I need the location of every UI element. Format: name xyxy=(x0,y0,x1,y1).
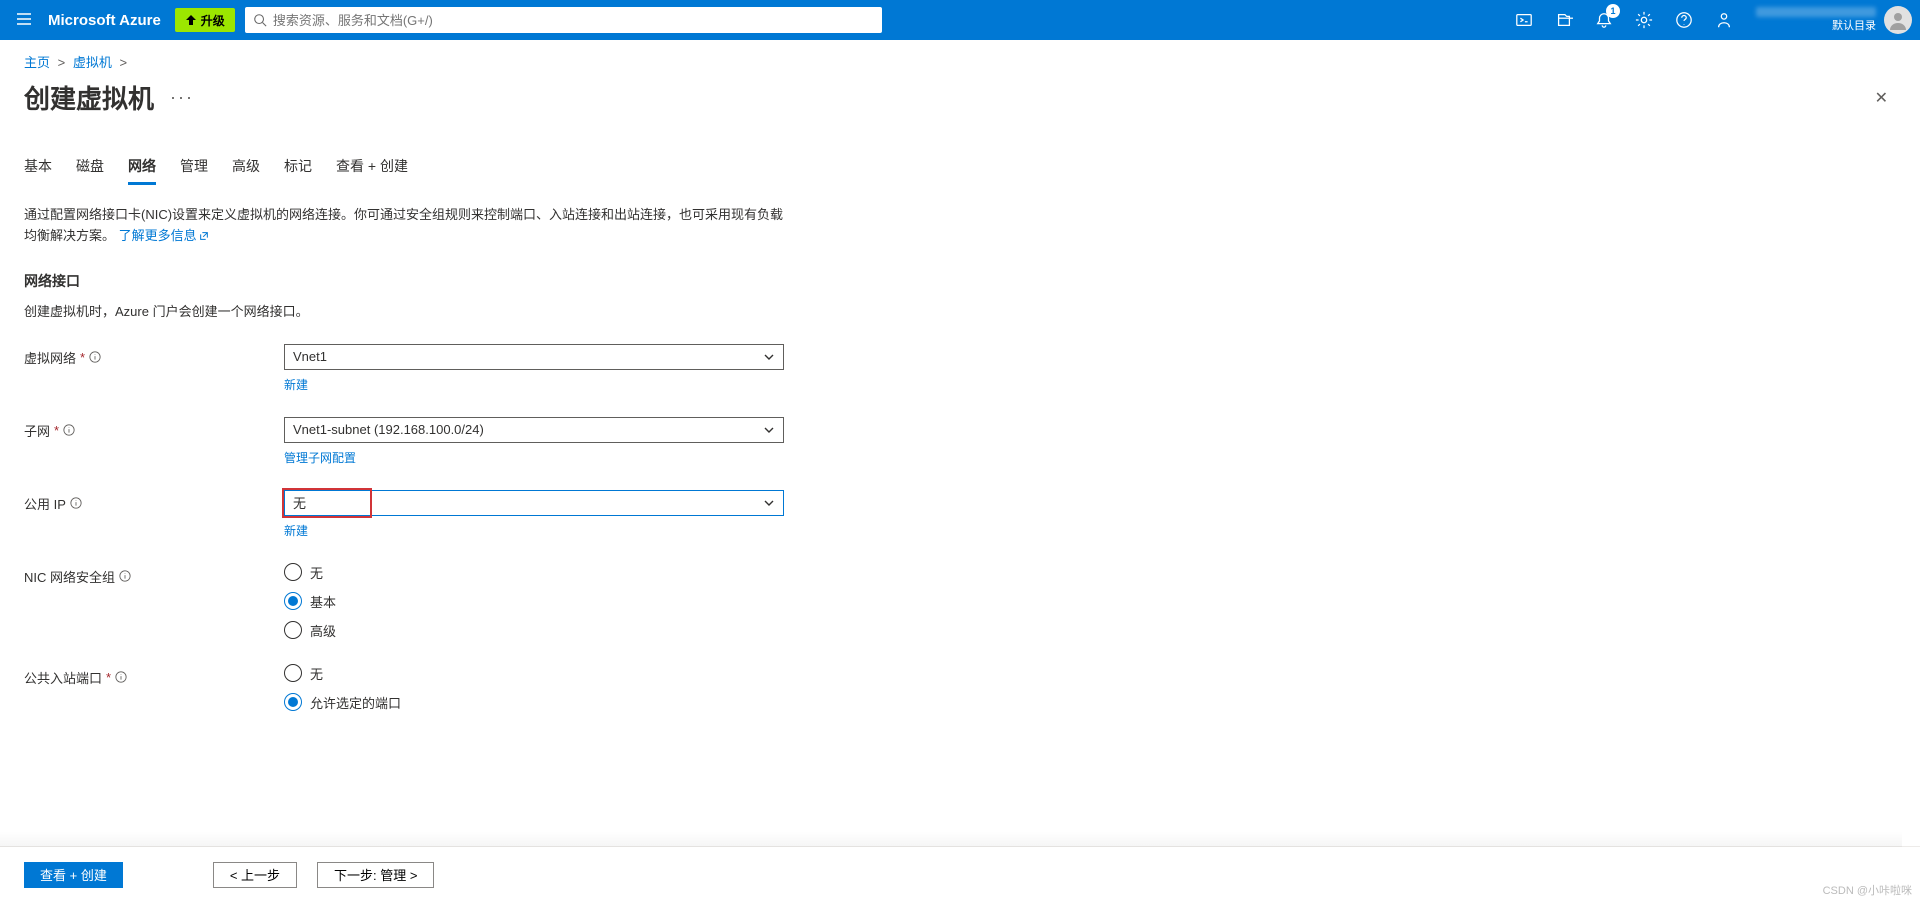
radio-circle-icon xyxy=(284,621,302,639)
tab-5[interactable]: 标记 xyxy=(284,156,312,185)
tab-2[interactable]: 网络 xyxy=(128,156,156,185)
page-actions-menu[interactable]: ··· xyxy=(170,87,194,108)
label-vnet: 虚拟网络 * xyxy=(24,344,284,367)
select-public-ip[interactable]: 无 xyxy=(284,490,784,516)
hamburger-menu-icon[interactable] xyxy=(0,10,48,31)
section-network-interface-sub: 创建虚拟机时，Azure 门户会创建一个网络接口。 xyxy=(24,301,1896,320)
upgrade-label: 升级 xyxy=(201,12,225,29)
upgrade-icon xyxy=(185,14,197,26)
search-icon xyxy=(253,13,267,27)
radio-group-inbound: 无允许选定的端口 xyxy=(284,664,784,712)
brand-label[interactable]: Microsoft Azure xyxy=(48,12,175,29)
next-button[interactable]: 下一步: 管理 > xyxy=(317,862,434,888)
nsg-option-label: 无 xyxy=(310,563,323,582)
inbound-option-label: 允许选定的端口 xyxy=(310,693,401,712)
avatar xyxy=(1884,6,1912,34)
previous-button[interactable]: < 上一步 xyxy=(213,862,297,888)
radio-group-nsg: 无基本高级 xyxy=(284,563,784,640)
cloud-shell-icon[interactable] xyxy=(1504,0,1544,40)
page-title: 创建虚拟机 xyxy=(24,79,154,116)
directory-label: 默认目录 xyxy=(1756,19,1876,33)
label-subnet: 子网 * xyxy=(24,417,284,440)
info-icon[interactable] xyxy=(119,570,131,582)
radio-circle-icon xyxy=(284,563,302,581)
top-bar: Microsoft Azure 升级 1 默认目录 xyxy=(0,0,1920,40)
inbound-option-label: 无 xyxy=(310,664,323,683)
notifications-icon[interactable]: 1 xyxy=(1584,0,1624,40)
inbound-option-1[interactable]: 允许选定的端口 xyxy=(284,693,784,712)
directories-icon[interactable] xyxy=(1544,0,1584,40)
radio-circle-icon xyxy=(284,592,302,610)
account-menu[interactable]: 默认目录 xyxy=(1744,6,1920,34)
notification-badge: 1 xyxy=(1606,4,1620,18)
label-public-ip: 公用 IP xyxy=(24,490,284,513)
label-inbound-ports: 公共入站端口 * xyxy=(24,664,284,687)
account-name-blurred xyxy=(1756,7,1876,17)
breadcrumb-vm[interactable]: 虚拟机 xyxy=(73,55,112,70)
chevron-down-icon xyxy=(763,497,775,509)
tab-1[interactable]: 磁盘 xyxy=(76,156,104,185)
upgrade-button[interactable]: 升级 xyxy=(175,8,235,32)
person-icon xyxy=(1888,10,1908,30)
wizard-tabs: 基本磁盘网络管理高级标记查看 + 创建 xyxy=(24,156,1896,185)
label-nsg: NIC 网络安全组 xyxy=(24,563,284,586)
radio-circle-icon xyxy=(284,693,302,711)
link-subnet-manage[interactable]: 管理子网配置 xyxy=(284,449,356,466)
global-search[interactable] xyxy=(245,7,883,33)
radio-circle-icon xyxy=(284,664,302,682)
nsg-option-2[interactable]: 高级 xyxy=(284,621,784,640)
breadcrumb: 主页 > 虚拟机 > xyxy=(24,52,1896,71)
select-vnet[interactable]: Vnet1 xyxy=(284,344,784,370)
info-icon[interactable] xyxy=(63,424,75,436)
nsg-option-0[interactable]: 无 xyxy=(284,563,784,582)
review-create-button[interactable]: 查看 + 创建 xyxy=(24,862,123,888)
external-link-icon xyxy=(199,231,209,241)
tab-description: 通过配置网络接口卡(NIC)设置来定义虚拟机的网络连接。你可通过安全组规则来控制… xyxy=(24,205,784,247)
breadcrumb-home[interactable]: 主页 xyxy=(24,55,50,70)
learn-more-link[interactable]: 了解更多信息 xyxy=(119,228,209,243)
tab-4[interactable]: 高级 xyxy=(232,156,260,185)
nsg-option-label: 基本 xyxy=(310,592,336,611)
chevron-down-icon xyxy=(763,424,775,436)
search-input[interactable] xyxy=(273,13,875,28)
wizard-footer: 查看 + 创建 < 上一步 下一步: 管理 > xyxy=(0,846,1920,902)
chevron-down-icon xyxy=(763,351,775,363)
help-icon[interactable] xyxy=(1664,0,1704,40)
info-icon[interactable] xyxy=(70,497,82,509)
close-icon[interactable]: ✕ xyxy=(1867,84,1896,112)
info-icon[interactable] xyxy=(89,351,101,363)
tab-3[interactable]: 管理 xyxy=(180,156,208,185)
link-public-ip-new[interactable]: 新建 xyxy=(284,522,308,539)
settings-icon[interactable] xyxy=(1624,0,1664,40)
nsg-option-label: 高级 xyxy=(310,621,336,640)
inbound-option-0[interactable]: 无 xyxy=(284,664,784,683)
link-vnet-new[interactable]: 新建 xyxy=(284,376,308,393)
feedback-icon[interactable] xyxy=(1704,0,1744,40)
tab-0[interactable]: 基本 xyxy=(24,156,52,185)
nsg-option-1[interactable]: 基本 xyxy=(284,592,784,611)
section-network-interface-title: 网络接口 xyxy=(24,271,1896,291)
select-subnet[interactable]: Vnet1-subnet (192.168.100.0/24) xyxy=(284,417,784,443)
info-icon[interactable] xyxy=(115,671,127,683)
tab-6[interactable]: 查看 + 创建 xyxy=(336,156,408,185)
